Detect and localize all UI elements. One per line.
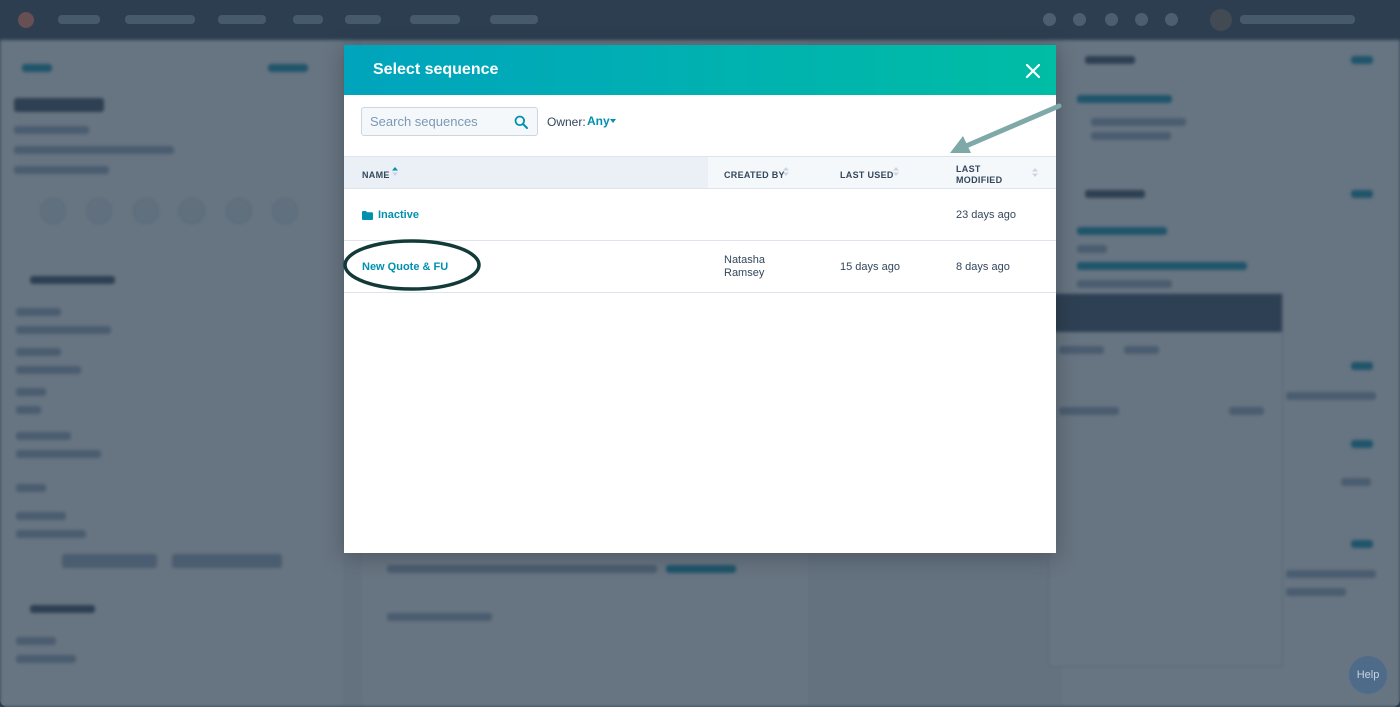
created-by-first-name: Natasha — [724, 254, 765, 266]
help-button[interactable]: Help — [1349, 656, 1387, 694]
folder-name-link[interactable]: Inactive — [378, 209, 419, 221]
name-column-highlight — [344, 157, 708, 188]
column-header-last-modified-line1: LAST — [956, 164, 981, 174]
column-header-name[interactable]: NAME — [362, 170, 390, 180]
arrow-annotation — [950, 103, 1062, 153]
column-header-last-modified[interactable]: LAST MODIFIED — [956, 164, 1002, 186]
created-by-cell: Natasha Ramsey — [724, 254, 765, 280]
sort-icon[interactable] — [783, 167, 789, 176]
search-icon[interactable] — [514, 115, 528, 129]
sort-icon[interactable] — [392, 167, 398, 176]
sort-icon[interactable] — [1032, 168, 1038, 177]
sort-icon[interactable] — [893, 167, 899, 176]
table-row[interactable]: New Quote & FU Natasha Ramsey 15 days ag… — [343, 239, 1056, 293]
column-header-created-by[interactable]: CREATED BY — [724, 170, 785, 180]
owner-label: Owner: — [547, 115, 586, 129]
last-used-cell: 15 days ago — [840, 261, 900, 273]
table-row[interactable]: Inactive 23 days ago — [344, 189, 1056, 241]
column-header-last-used[interactable]: LAST USED — [840, 170, 894, 180]
close-icon — [1025, 63, 1041, 79]
close-button[interactable] — [1022, 60, 1044, 82]
column-header-last-modified-line2: MODIFIED — [956, 175, 1003, 185]
search-sequences-box[interactable] — [361, 107, 538, 136]
modal-header: Select sequence — [344, 45, 1056, 95]
last-modified-cell: 8 days ago — [956, 261, 1010, 273]
ellipse-annotation — [343, 239, 481, 291]
owner-dropdown[interactable]: Any — [587, 114, 610, 128]
chevron-down-icon[interactable] — [610, 119, 616, 123]
search-input[interactable] — [362, 108, 512, 135]
folder-icon — [362, 211, 373, 220]
table-header: NAME CREATED BY LAST USED LAST MODIFIED — [344, 156, 1056, 189]
modal-title: Select sequence — [373, 61, 499, 78]
last-modified-cell: 23 days ago — [956, 209, 1016, 221]
select-sequence-modal: Select sequence Owner: Any NAME CREATED … — [343, 45, 1062, 553]
created-by-last-name: Ramsey — [724, 267, 765, 279]
